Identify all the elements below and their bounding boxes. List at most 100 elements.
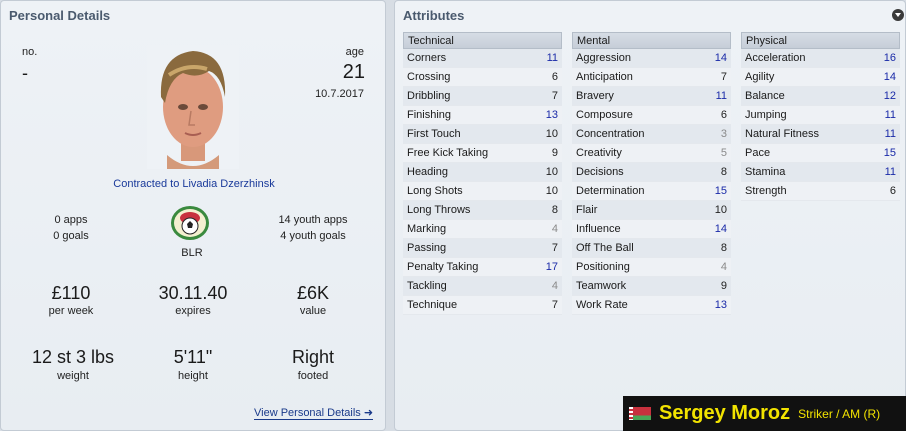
- attribute-row[interactable]: Decisions 8: [572, 163, 731, 182]
- attribute-name: Work Rate: [576, 299, 628, 311]
- attribute-name: Influence: [576, 223, 621, 235]
- senior-goals: 0 goals: [53, 230, 89, 242]
- attribute-row[interactable]: Acceleration 16: [741, 49, 900, 68]
- attribute-row[interactable]: Determination 15: [572, 182, 731, 201]
- attribute-name: Positioning: [576, 261, 630, 273]
- attribute-name: Tackling: [407, 280, 447, 292]
- attribute-value: 11: [884, 109, 896, 121]
- attribute-value: 14: [883, 71, 896, 83]
- attribute-row[interactable]: Balance 12: [741, 87, 900, 106]
- attribute-row[interactable]: Creativity 5: [572, 144, 731, 163]
- attribute-name: Passing: [407, 242, 447, 254]
- attribute-name: Flair: [576, 204, 598, 216]
- contract-expiry-value: 30.11.40: [158, 283, 228, 303]
- attribute-row[interactable]: Anticipation 7: [572, 68, 731, 87]
- player-nameplate: Sergey Moroz Striker / AM (R): [623, 396, 906, 431]
- attribute-name: Penalty Taking: [407, 261, 479, 273]
- attribute-name: Concentration: [576, 128, 645, 140]
- attribute-row[interactable]: Teamwork 9: [572, 277, 731, 296]
- attribute-value: 11: [884, 166, 896, 178]
- attribute-row[interactable]: Passing 7: [403, 239, 562, 258]
- attribute-value: 4: [551, 280, 558, 292]
- attribute-value: 10: [545, 185, 558, 197]
- age-value: 21: [342, 61, 365, 83]
- attribute-row[interactable]: Finishing 13: [403, 106, 562, 125]
- attribute-value: 10: [545, 166, 558, 178]
- attribute-name: Long Throws: [407, 204, 471, 216]
- wage-value: £110: [51, 283, 91, 303]
- preferred-foot-label: footed: [297, 370, 329, 382]
- player-position: Striker / AM (R): [798, 406, 881, 421]
- attribute-value: 8: [720, 166, 727, 178]
- mental-header: Mental: [572, 32, 731, 49]
- attribute-row[interactable]: Dribbling 7: [403, 87, 562, 106]
- attribute-row[interactable]: Agility 14: [741, 68, 900, 87]
- attribute-row[interactable]: Crossing 6: [403, 68, 562, 87]
- attribute-name: Heading: [407, 166, 448, 178]
- contract-expiry-label: expires: [175, 305, 211, 317]
- attribute-row[interactable]: First Touch 10: [403, 125, 562, 144]
- attribute-value: 6: [551, 71, 558, 83]
- attribute-name: Anticipation: [576, 71, 633, 83]
- attribute-row[interactable]: Aggression 14: [572, 49, 731, 68]
- attribute-row[interactable]: Work Rate 13: [572, 296, 731, 315]
- football-federation-badge: [171, 206, 209, 240]
- attribute-value: 9: [720, 280, 727, 292]
- youth-apps: 14 youth apps: [278, 214, 348, 226]
- attribute-name: Teamwork: [576, 280, 627, 292]
- attribute-value: 10: [545, 128, 558, 140]
- attribute-row[interactable]: Flair 10: [572, 201, 731, 220]
- attribute-value: 9: [551, 147, 558, 159]
- attribute-name: Crossing: [407, 71, 451, 83]
- attribute-name: Decisions: [576, 166, 624, 178]
- attribute-name: Determination: [576, 185, 645, 197]
- attribute-value: 7: [551, 242, 558, 254]
- attribute-value: 11: [884, 128, 896, 140]
- attribute-row[interactable]: Jumping 11: [741, 106, 900, 125]
- attribute-row[interactable]: Influence 14: [572, 220, 731, 239]
- attribute-row[interactable]: Stamina 11: [741, 163, 900, 182]
- weight-value: 12 st 3 lbs: [31, 347, 115, 367]
- attribute-value: 15: [883, 147, 896, 159]
- personal-details-panel: Personal Details no. - age 21 10.7.2017 …: [0, 0, 386, 431]
- chevron-down-icon[interactable]: [892, 9, 904, 21]
- attribute-row[interactable]: Pace 15: [741, 144, 900, 163]
- attribute-name: Natural Fitness: [745, 128, 819, 140]
- physical-header: Physical: [741, 32, 900, 49]
- attribute-row[interactable]: Natural Fitness 11: [741, 125, 900, 144]
- attribute-name: Dribbling: [407, 90, 451, 102]
- attribute-row[interactable]: Free Kick Taking 9: [403, 144, 562, 163]
- attribute-name: Creativity: [576, 147, 622, 159]
- senior-apps: 0 apps: [54, 214, 88, 226]
- attribute-value: 17: [545, 261, 558, 273]
- attribute-row[interactable]: Corners 11: [403, 49, 562, 68]
- personal-details-title: Personal Details: [9, 8, 111, 23]
- attribute-row[interactable]: Penalty Taking 17: [403, 258, 562, 277]
- attribute-value: 13: [545, 109, 558, 121]
- preferred-foot-value: Right: [291, 347, 335, 367]
- attribute-row[interactable]: Concentration 3: [572, 125, 731, 144]
- contract-club-link[interactable]: Contracted to Livadia Dzerzhinsk: [1, 178, 387, 190]
- attribute-name: Long Shots: [407, 185, 463, 197]
- attribute-name: Acceleration: [745, 52, 806, 64]
- attribute-row[interactable]: Off The Ball 8: [572, 239, 731, 258]
- attribute-row[interactable]: Bravery 11: [572, 87, 731, 106]
- attribute-name: Finishing: [407, 109, 452, 121]
- player-name: Sergey Moroz: [659, 402, 791, 424]
- attribute-row[interactable]: Tackling 4: [403, 277, 562, 296]
- attribute-row[interactable]: Positioning 4: [572, 258, 731, 277]
- wage-label: per week: [48, 305, 94, 317]
- attribute-row[interactable]: Long Throws 8: [403, 201, 562, 220]
- attribute-row[interactable]: Composure 6: [572, 106, 731, 125]
- attribute-row[interactable]: Heading 10: [403, 163, 562, 182]
- view-personal-details-link[interactable]: View Personal Details ➜: [254, 406, 374, 420]
- attribute-row[interactable]: Strength 6: [741, 182, 900, 201]
- attribute-value: 5: [720, 147, 727, 159]
- attribute-value: 16: [883, 52, 896, 64]
- attribute-value: 13: [714, 299, 727, 311]
- attribute-row[interactable]: Technique 7: [403, 296, 562, 315]
- attribute-row[interactable]: Marking 4: [403, 220, 562, 239]
- view-personal-details-label: View Personal Details: [254, 407, 361, 419]
- attribute-name: Aggression: [576, 52, 632, 64]
- attribute-row[interactable]: Long Shots 10: [403, 182, 562, 201]
